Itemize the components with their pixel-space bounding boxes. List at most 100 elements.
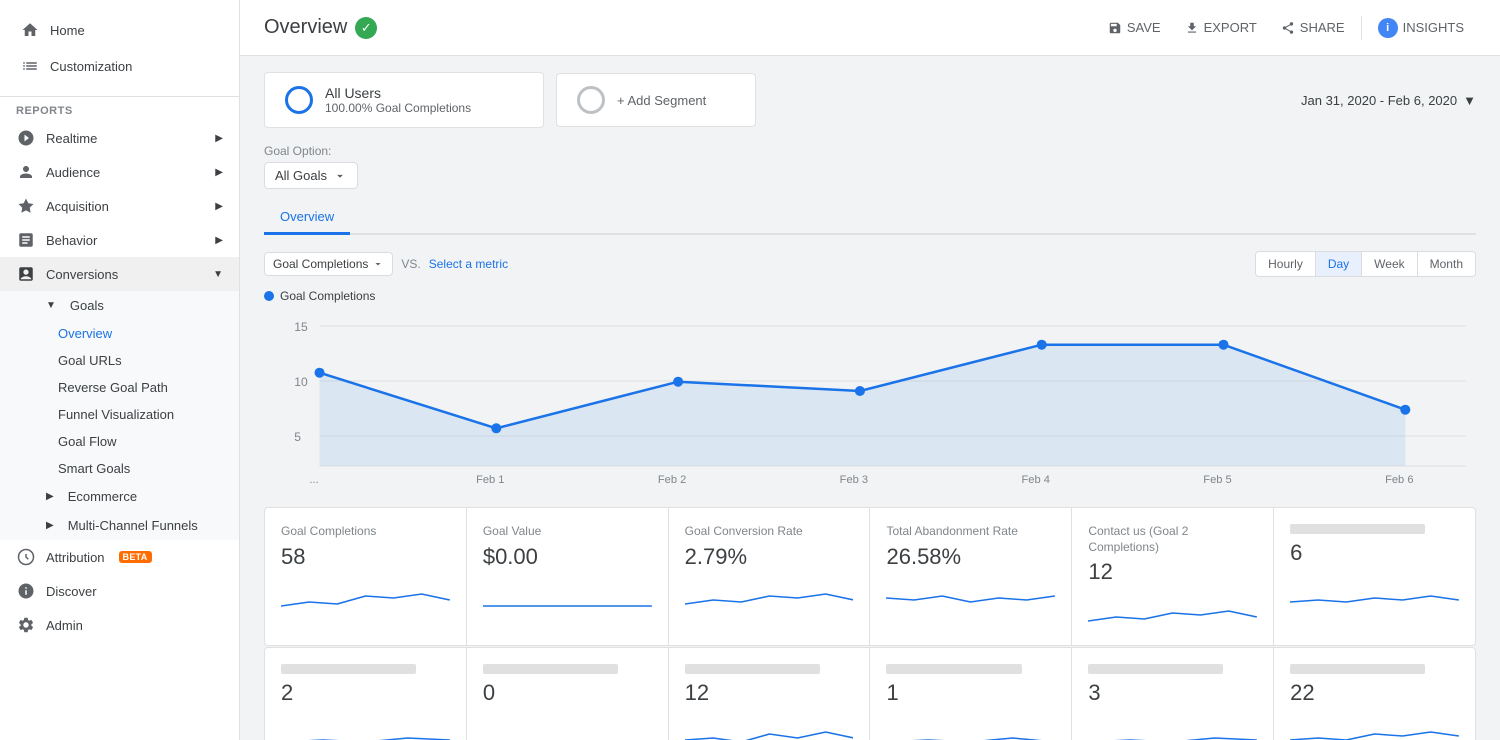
main-content: Overview ✓ SAVE EXPORT SHARE i INSIGHTS [240, 0, 1500, 740]
home-icon [20, 20, 40, 40]
time-btn-day[interactable]: Day [1316, 252, 1362, 276]
sidebar-item-acquisition[interactable]: Acquisition ▶ [0, 189, 239, 223]
chart-svg: 15 10 5 [264, 311, 1476, 491]
metric-card-r2-1: 2 [265, 648, 466, 740]
sidebar-item-reverse-goal-path[interactable]: Reverse Goal Path [58, 374, 239, 401]
sidebar-item-realtime-label: Realtime [46, 131, 97, 146]
behavior-icon [16, 230, 36, 250]
metric-label-4: Total Abandonment Rate [886, 524, 1055, 540]
audience-icon [16, 162, 36, 182]
time-btn-month[interactable]: Month [1418, 252, 1475, 276]
goals-arrow-icon: ▼ [46, 300, 56, 311]
metrics-grid-row1: Goal Completions 58 Goal Value $0.00 [264, 507, 1476, 646]
sidebar-item-customization[interactable]: Customization [16, 48, 223, 84]
admin-icon [16, 615, 36, 635]
goals-label: Goals [70, 298, 104, 313]
sidebar-item-overview[interactable]: Overview [58, 320, 239, 347]
sidebar-item-conversions[interactable]: Conversions ▼ [0, 257, 239, 291]
mini-chart-6 [1290, 574, 1459, 610]
metric-value-6: 6 [1290, 540, 1459, 566]
realtime-arrow: ▶ [215, 133, 223, 144]
mini-chart-r2-1 [281, 714, 450, 740]
blurred-r2-2 [483, 664, 618, 674]
mini-chart-4 [886, 578, 1055, 614]
ecommerce-label: Ecommerce [68, 489, 137, 504]
tab-overview[interactable]: Overview [264, 201, 350, 235]
mini-chart-1 [281, 578, 450, 614]
all-users-segment[interactable]: All Users 100.00% Goal Completions [264, 72, 544, 128]
sidebar-item-attribution[interactable]: Attribution BETA [0, 540, 239, 574]
sidebar-item-goal-flow[interactable]: Goal Flow [58, 428, 239, 455]
sidebar-item-home[interactable]: Home [16, 12, 223, 48]
metric-selector[interactable]: Goal Completions [264, 252, 393, 276]
sidebar-item-funnel-visualization[interactable]: Funnel Visualization [58, 401, 239, 428]
goal-option-label: Goal Option: [264, 144, 1476, 158]
mini-chart-3 [685, 578, 854, 614]
discover-icon [16, 581, 36, 601]
sidebar-item-ecommerce[interactable]: ▶ Ecommerce [30, 482, 239, 511]
acquisition-arrow: ▶ [215, 201, 223, 212]
legend-dot [264, 291, 274, 301]
sidebar-item-realtime[interactable]: Realtime ▶ [0, 121, 239, 155]
select-metric-link[interactable]: Select a metric [429, 257, 508, 271]
mini-chart-r2-3 [685, 714, 854, 740]
multichannel-arrow-icon: ▶ [46, 520, 54, 531]
chart-point-4 [1037, 340, 1047, 350]
chart-point-2 [673, 377, 683, 387]
sidebar-item-smart-goals[interactable]: Smart Goals [58, 455, 239, 482]
all-users-circle [285, 86, 313, 114]
all-users-info: All Users 100.00% Goal Completions [325, 85, 471, 115]
chart-fill [320, 345, 1406, 466]
metric-card-r2-6: 22 [1274, 648, 1475, 740]
metric-value-1: 58 [281, 544, 450, 570]
export-button[interactable]: EXPORT [1173, 14, 1269, 41]
goal-option-select[interactable]: All Goals [264, 162, 358, 189]
metric-value-3: 2.79% [685, 544, 854, 570]
sidebar-conversions-label: Conversions [46, 267, 118, 282]
svg-text:Feb 2: Feb 2 [658, 474, 686, 486]
svg-text:Feb 3: Feb 3 [840, 474, 868, 486]
sidebar-item-goal-urls[interactable]: Goal URLs [58, 347, 239, 374]
chart-container: 15 10 5 [264, 311, 1476, 491]
metric-card-goal-completions: Goal Completions 58 [265, 508, 466, 645]
share-button[interactable]: SHARE [1269, 14, 1357, 41]
svg-text:10: 10 [294, 375, 308, 389]
sidebar-item-behavior[interactable]: Behavior ▶ [0, 223, 239, 257]
segment-bar: All Users 100.00% Goal Completions + Add… [264, 72, 1476, 128]
add-segment-card[interactable]: + Add Segment [556, 73, 756, 127]
mini-chart-r2-2 [483, 714, 652, 740]
chart-legend: Goal Completions [264, 289, 1476, 303]
sidebar-item-acquisition-label: Acquisition [46, 199, 109, 214]
save-button[interactable]: SAVE [1096, 14, 1173, 41]
mini-chart-2 [483, 578, 652, 614]
realtime-icon [16, 128, 36, 148]
add-segment-label: + Add Segment [617, 93, 706, 108]
metric-card-conversion-rate: Goal Conversion Rate 2.79% [669, 508, 870, 645]
date-range-picker[interactable]: Jan 31, 2020 - Feb 6, 2020 ▼ [1301, 93, 1476, 108]
sidebar-item-discover[interactable]: Discover [0, 574, 239, 608]
audience-arrow: ▶ [215, 167, 223, 178]
sidebar-item-goals[interactable]: ▼ Goals [30, 291, 239, 320]
ecommerce-arrow-icon: ▶ [46, 491, 54, 502]
sidebar-item-multichannel[interactable]: ▶ Multi-Channel Funnels [30, 511, 239, 540]
time-btn-hourly[interactable]: Hourly [1256, 252, 1316, 276]
goals-subnav: Overview Goal URLs Reverse Goal Path Fun… [30, 320, 239, 482]
mini-chart-r2-4 [886, 714, 1055, 740]
topbar-actions: SAVE EXPORT SHARE i INSIGHTS [1096, 12, 1476, 44]
blurred-r2-3 [685, 664, 820, 674]
metric-label-5: Contact us (Goal 2 Completions) [1088, 524, 1257, 555]
svg-text:Feb 4: Feb 4 [1021, 474, 1049, 486]
topbar-divider [1361, 16, 1362, 40]
content-area: All Users 100.00% Goal Completions + Add… [240, 56, 1500, 740]
metric-value-r2-1: 2 [281, 680, 450, 706]
metric-value-r2-4: 1 [886, 680, 1055, 706]
time-btn-week[interactable]: Week [1362, 252, 1417, 276]
sidebar-item-admin[interactable]: Admin [0, 608, 239, 642]
reports-label: REPORTS [0, 97, 239, 121]
insights-button[interactable]: i INSIGHTS [1366, 12, 1476, 44]
metric-value-r2-5: 3 [1088, 680, 1257, 706]
goals-section: ▼ Goals Overview Goal URLs Reverse Goal … [0, 291, 239, 540]
metric-value-4: 26.58% [886, 544, 1055, 570]
metric-card-r2-5: 3 [1072, 648, 1273, 740]
sidebar-item-audience[interactable]: Audience ▶ [0, 155, 239, 189]
